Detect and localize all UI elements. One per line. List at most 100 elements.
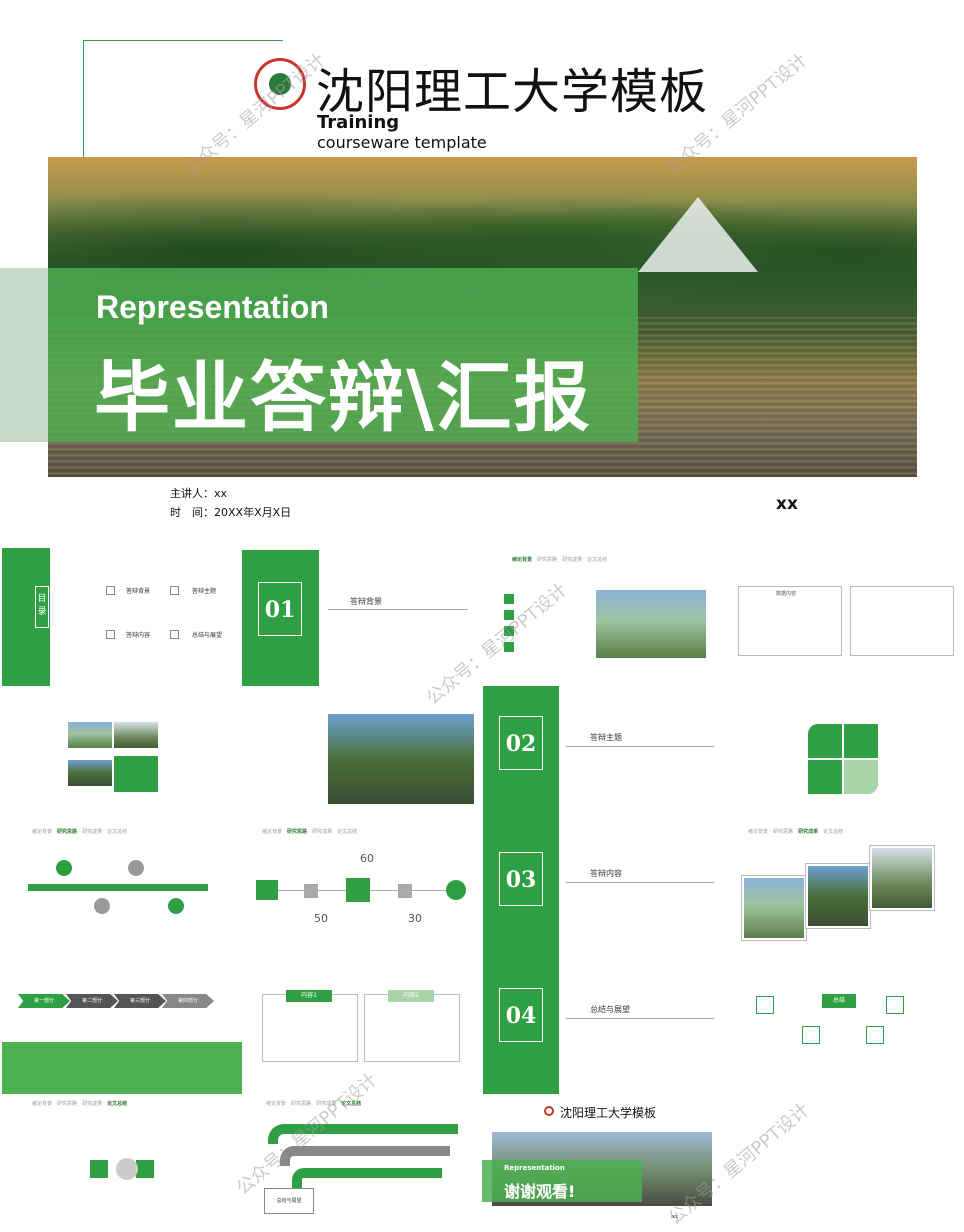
bent-arrow	[292, 1168, 442, 1188]
chart-title: 数据内容	[776, 591, 797, 597]
arrow-step: 第一部分	[18, 994, 70, 1008]
time-line: 时 间：20XX年X月X日	[170, 506, 292, 519]
quad-1	[808, 724, 842, 758]
process-slide: 60 50 30	[242, 846, 478, 974]
main-title: 毕业答辩\汇报	[94, 353, 592, 442]
divider	[566, 1018, 714, 1019]
toc-label: 目录	[35, 586, 49, 628]
arrows-slide: 第一部分 第二部分 第三部分 第四部分 绪论背景 研究思路 研究成果 论文总结	[2, 982, 242, 1110]
chart-slide: 数据内容	[726, 548, 962, 686]
process-node	[398, 884, 412, 898]
accent-block	[0, 268, 48, 442]
photo-frame	[806, 864, 870, 928]
section-number: 02	[499, 716, 543, 770]
summary-node	[90, 1160, 108, 1178]
section-number: 01	[258, 582, 302, 636]
tab-bar: 绪论背景 研究思路 研究成果 论文总结	[748, 829, 844, 835]
summary-box: 总结与展望	[264, 1188, 314, 1214]
building-photo	[328, 714, 474, 804]
thanks-text: 谢谢观看!	[504, 1182, 576, 1201]
clock-icon	[886, 996, 904, 1014]
frame-line	[83, 40, 84, 160]
end-title: 沈阳理工大学模板	[560, 1106, 657, 1120]
quad-2	[844, 724, 878, 758]
doc-icon	[170, 586, 179, 595]
section-title: 总结与展望	[590, 1005, 630, 1014]
divider	[566, 882, 714, 883]
content-label: 内容2	[388, 990, 434, 1002]
timeline-bar	[28, 884, 208, 891]
representation-label: Representation	[96, 289, 329, 325]
section-title: 答辩背景	[350, 597, 382, 606]
content-box	[262, 994, 358, 1062]
toc-item-3: 答辩内容	[126, 632, 151, 639]
doc-icon	[106, 630, 115, 639]
clock-icon	[256, 880, 278, 900]
photo-3	[68, 760, 112, 786]
end-representation: Representation	[504, 1164, 565, 1172]
cover-subtitle-training: Training	[317, 112, 400, 133]
campus-photo	[596, 590, 706, 658]
user-icon	[802, 1026, 820, 1044]
diamond-icon	[346, 878, 370, 902]
quad-4	[844, 760, 878, 794]
home-icon	[446, 880, 466, 900]
photo-stack-slide	[726, 842, 962, 974]
toc-item-1: 答辩背景	[126, 588, 151, 595]
network-slide: 总结	[726, 984, 962, 1084]
photo-frame	[742, 876, 806, 940]
summary-circle	[116, 1158, 138, 1180]
chart-icon	[866, 1026, 884, 1044]
timeline-slide	[2, 846, 238, 974]
divider	[328, 609, 468, 610]
tab-bar: 绪论背景 研究思路 研究成果 论文总结	[32, 829, 128, 835]
step-dot	[128, 860, 144, 876]
section-number: 04	[499, 988, 543, 1042]
bent-arrows-slide: 总结与展望	[246, 1116, 476, 1228]
arrow-step: 第二部分	[66, 994, 118, 1008]
frame-line	[83, 40, 283, 41]
step-dot	[56, 860, 72, 876]
content-label: 内容1	[286, 990, 332, 1002]
cover-slide: 沈阳理工大学模板 Training courseware template Re…	[0, 0, 964, 540]
step-dot	[94, 898, 110, 914]
mail-icon	[756, 996, 774, 1014]
grid-tile	[114, 756, 158, 792]
tab-bar: 绪论背景 研究思路 研究成果 论文总结	[262, 829, 358, 835]
tab-bar: 绪论背景 研究思路 研究成果 论文总结	[512, 557, 608, 563]
summary-node	[136, 1160, 154, 1178]
section-title: 答辩主题	[590, 733, 622, 742]
step-dot	[168, 898, 184, 914]
quad-3	[808, 760, 842, 794]
tent-structure	[638, 197, 758, 272]
corner-label: xx	[776, 494, 798, 514]
divider	[566, 746, 714, 747]
percent-30: 30	[408, 912, 422, 925]
green-band	[2, 1042, 242, 1094]
toc-item-4: 总结与展望	[192, 632, 223, 639]
tab-bar: 绪论背景 研究思路 研究成果 论文总结	[32, 1101, 128, 1107]
arrow-step: 第四部分	[162, 994, 214, 1008]
university-logo	[544, 1106, 554, 1116]
text-photo-slide: 绪论背景 研究思路 研究成果 论文总结	[242, 706, 478, 838]
section-title: 答辩内容	[590, 869, 622, 878]
section-number: 03	[499, 852, 543, 906]
doc-icon	[170, 630, 179, 639]
percent-60: 60	[360, 852, 374, 865]
list-icon	[504, 594, 514, 604]
photo-frame	[870, 846, 934, 910]
doc-icon	[106, 586, 115, 595]
quad-slide: 绪论背景 研究思路 研究成果 论文总结	[726, 706, 962, 838]
text-panel	[850, 586, 954, 656]
percent-50: 50	[314, 912, 328, 925]
arrow-step: 第三部分	[114, 994, 166, 1008]
process-node	[304, 884, 318, 898]
toc-slide: 目录 答辩背景 答辩主题 答辩内容 总结与展望	[2, 548, 238, 686]
toc-item-2: 答辩主题	[192, 588, 217, 595]
center-node: 总结	[822, 994, 856, 1008]
presenter-line: 主讲人：xx	[170, 487, 228, 500]
content-box	[364, 994, 460, 1062]
cover-subtitle-courseware: courseware template	[317, 133, 487, 152]
photos-slide: 绪论背景 研究思路 研究成果 论文总结	[2, 706, 238, 838]
photo-2	[114, 722, 158, 748]
